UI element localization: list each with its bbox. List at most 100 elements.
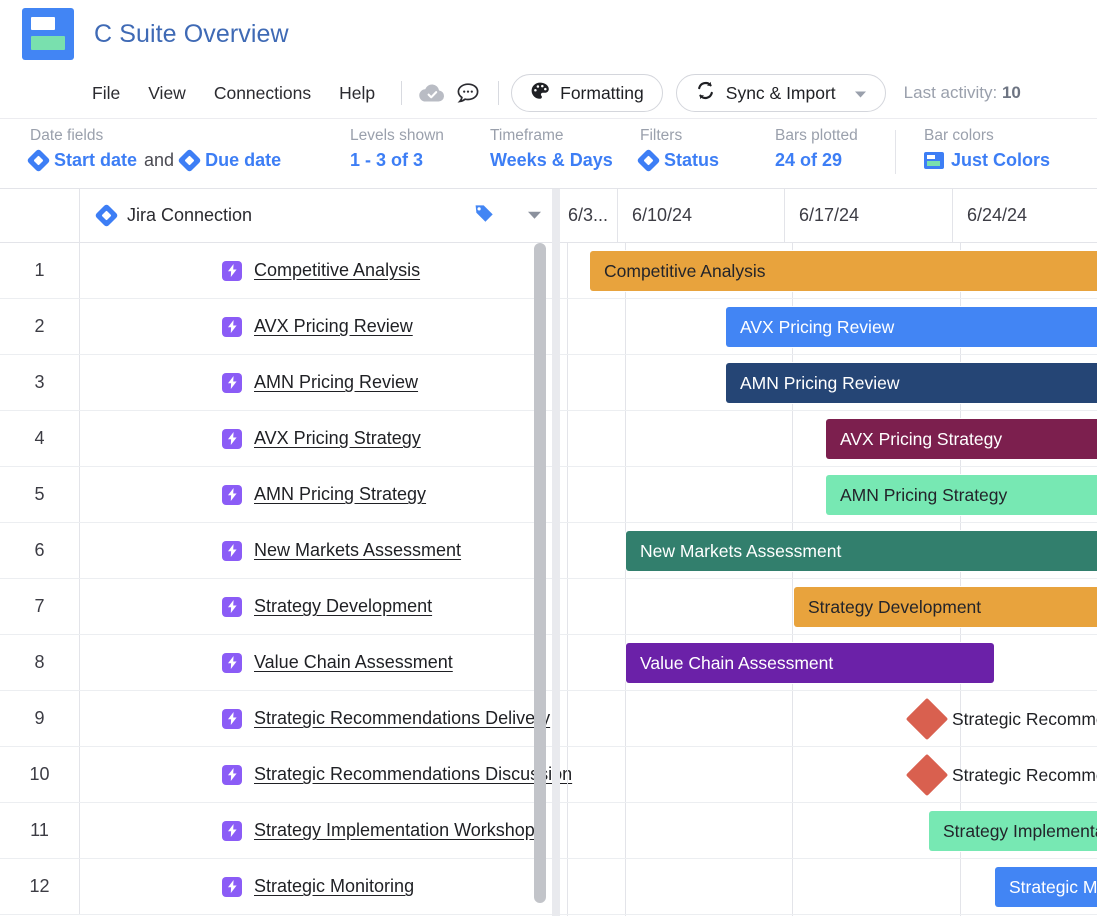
table-row[interactable]: 5 AMN Pricing Strategy [0, 467, 560, 523]
menu-item-help[interactable]: Help [325, 79, 389, 108]
gantt-bar[interactable]: AMN Pricing Strategy [826, 475, 1097, 515]
menu-divider-2 [498, 81, 500, 105]
setting-filters[interactable]: Filters Status [636, 126, 775, 174]
menu-item-connections[interactable]: Connections [200, 79, 325, 108]
setting-levels-shown-label: Levels shown [350, 127, 444, 144]
task-name-link[interactable]: Strategic Recommendations Discussion [254, 764, 572, 785]
scrollbar-thumb[interactable] [534, 243, 546, 903]
pane-splitter[interactable] [552, 189, 560, 916]
jira-epic-icon [222, 876, 242, 897]
formatting-button[interactable]: Formatting [511, 74, 663, 112]
task-name-link[interactable]: AMN Pricing Review [254, 372, 418, 393]
setting-date-fields-label: Date fields [30, 127, 104, 144]
setting-bars-plotted[interactable]: Bars plotted 24 of 29 [775, 126, 895, 174]
gantt-bar[interactable]: AVX Pricing Strategy [826, 419, 1097, 459]
timeline-rowline [560, 858, 1097, 859]
task-name-link[interactable]: Competitive Analysis [254, 260, 420, 281]
table-row[interactable]: 8 Value Chain Assessment [0, 635, 560, 691]
gantt-milestone[interactable]: Strategic Recommendations Discussion [905, 753, 1097, 797]
gantt-bar[interactable]: Strategic Monitoring [995, 867, 1097, 907]
chevron-down-icon[interactable] [854, 83, 867, 104]
setting-date-fields-value-start[interactable]: Start date [54, 146, 137, 174]
gantt-app-window: C Suite Overview File View Connections H… [0, 0, 1097, 922]
setting-bar-colors-label: Bar colors [924, 127, 994, 144]
task-name-link[interactable]: Strategic Monitoring [254, 876, 414, 897]
table-row[interactable]: 7 Strategy Development [0, 579, 560, 635]
timeline-rowline [560, 634, 1097, 635]
connection-title: Jira Connection [127, 205, 253, 225]
table-row[interactable]: 2 AVX Pricing Review [0, 299, 560, 355]
table-row[interactable]: 1 Competitive Analysis [0, 243, 560, 299]
setting-bar-colors-value[interactable]: Just Colors [951, 146, 1050, 174]
task-list-vertical-scrollbar[interactable] [534, 243, 546, 916]
task-name-link[interactable]: Strategic Recommendations Delivery [254, 708, 550, 729]
gantt-bar[interactable]: Strategy Implementation Workshops [929, 811, 1097, 851]
jira-diamond-icon-connection [94, 203, 119, 228]
setting-date-fields-value-due[interactable]: Due date [205, 146, 281, 174]
sync-import-button[interactable]: Sync & Import [675, 74, 886, 112]
task-name-link[interactable]: New Markets Assessment [254, 540, 461, 561]
timeline-rowline [560, 466, 1097, 467]
row-number: 1 [0, 243, 80, 298]
table-row[interactable]: 3 AMN Pricing Review [0, 355, 560, 411]
gantt-bar[interactable]: AMN Pricing Review [726, 363, 1097, 403]
setting-timeframe-value[interactable]: Weeks & Days [490, 146, 613, 174]
table-row[interactable]: 11 Strategy Implementation Workshops [0, 803, 560, 859]
timeline-rowline [560, 746, 1097, 747]
timeline-column-header[interactable]: 6/24/24 [953, 189, 1090, 242]
row-number: 8 [0, 635, 80, 690]
gantt-bar[interactable]: Strategy Development [794, 587, 1097, 627]
task-name-link[interactable]: Value Chain Assessment [254, 652, 453, 673]
jira-epic-icon [222, 484, 242, 505]
setting-bars-plotted-label: Bars plotted [775, 127, 858, 144]
task-list-header: Jira Connection [0, 189, 560, 243]
table-row[interactable]: 10 Strategic Recommendations Discussion [0, 747, 572, 803]
gantt-milestone[interactable]: Strategic Recommendations Delivery [905, 697, 1097, 741]
timeline-gridline [567, 243, 568, 916]
table-row[interactable]: 6 New Markets Assessment [0, 523, 560, 579]
table-row[interactable]: 9 Strategic Recommendations Delivery [0, 691, 560, 747]
gantt-bar[interactable]: Value Chain Assessment [626, 643, 994, 683]
title-bar: C Suite Overview [0, 0, 1097, 68]
gantt-bar[interactable]: AVX Pricing Review [726, 307, 1097, 347]
tag-icon[interactable] [474, 203, 495, 229]
setting-date-fields[interactable]: Date fields Start date and Due date [26, 126, 350, 174]
jira-epic-icon [222, 316, 242, 337]
setting-bars-plotted-value[interactable]: 24 of 29 [775, 146, 842, 174]
setting-levels-shown[interactable]: Levels shown 1 - 3 of 3 [350, 126, 490, 174]
table-row[interactable]: 12 Strategic Monitoring [0, 859, 560, 915]
chevron-down-icon-connection[interactable] [527, 207, 542, 225]
timeline-column-header[interactable]: 6/10/24 [618, 189, 785, 242]
gantt-bar[interactable]: New Markets Assessment [626, 531, 1097, 571]
setting-timeframe-label: Timeframe [490, 127, 564, 144]
row-number: 6 [0, 523, 80, 578]
comment-bubble-icon[interactable] [450, 77, 486, 109]
task-name-link[interactable]: Strategy Development [254, 596, 432, 617]
setting-bar-colors[interactable]: Bar colors Just Colors [924, 126, 1094, 174]
setting-filters-value[interactable]: Status [664, 146, 719, 174]
jira-diamond-icon-3 [636, 147, 661, 173]
jira-epic-icon [222, 708, 242, 729]
menu-item-file[interactable]: File [82, 79, 134, 108]
task-name-link[interactable]: Strategy Implementation Workshops [254, 820, 544, 841]
gantt-bar[interactable]: Competitive Analysis [590, 251, 1097, 291]
jira-epic-icon [222, 596, 242, 617]
timeline-rowline [560, 298, 1097, 299]
menu-divider-1 [401, 81, 403, 105]
task-list-pane: Jira Connection 1 Competitive Analysis 2… [0, 189, 572, 916]
task-name-link[interactable]: AVX Pricing Strategy [254, 428, 421, 449]
menu-item-view[interactable]: View [134, 79, 200, 108]
setting-timeframe[interactable]: Timeframe Weeks & Days [490, 126, 640, 174]
table-row[interactable]: 4 AVX Pricing Strategy [0, 411, 560, 467]
cloud-check-icon[interactable] [414, 77, 450, 109]
setting-levels-shown-value[interactable]: 1 - 3 of 3 [350, 146, 423, 174]
office-timeline-mini-logo-icon [924, 151, 944, 169]
jira-epic-icon [222, 652, 242, 673]
task-name-link[interactable]: AVX Pricing Review [254, 316, 413, 337]
timeline-column-header[interactable]: 6/3... [560, 189, 618, 242]
task-name-link[interactable]: AMN Pricing Strategy [254, 484, 426, 505]
timeline-rowline [560, 578, 1097, 579]
office-timeline-logo-icon [22, 8, 74, 60]
timeline-column-header[interactable]: 6/17/24 [785, 189, 953, 242]
milestone-label: Strategic Recommendations Delivery [952, 708, 1097, 729]
